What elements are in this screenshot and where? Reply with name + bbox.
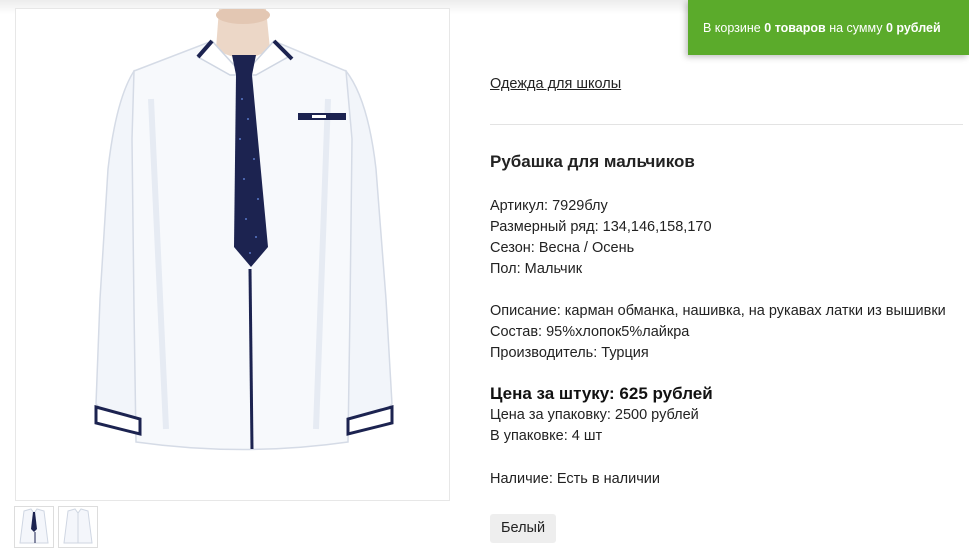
spec-season: Сезон: Весна / Осень — [490, 240, 635, 256]
price-per-unit: Цена за штуку: 625 рублей — [490, 384, 713, 403]
product-details: Описание: карман обманка, нашивка, на ру… — [490, 301, 946, 364]
detail-description: Описание: карман обманка, нашивка, на ру… — [490, 303, 946, 319]
pack-quantity: В упаковке: 4 шт — [490, 428, 603, 444]
product-specs: Артикул: 7929блу Размерный ряд: 134,146,… — [490, 196, 712, 280]
thumbnail-shirt-without-tie[interactable] — [58, 506, 98, 548]
shirt-with-tie-image — [94, 9, 394, 451]
cart-items-count: 0 — [764, 20, 772, 35]
cart-total: 0 рублей — [885, 20, 941, 35]
shirt-with-tie-thumbnail-icon — [19, 508, 49, 544]
thumbnail-shirt-with-tie[interactable] — [14, 506, 54, 548]
product-main-image[interactable] — [15, 8, 450, 501]
category-link[interactable]: Одежда для школы — [490, 76, 621, 92]
spec-size-range: Размерный ряд: 134,146,158,170 — [490, 219, 712, 235]
detail-composition: Состав: 95%хлопок5%лайкра — [490, 324, 690, 340]
cart-status-banner[interactable]: В корзине 0 товаров на сумму 0 рублей — [688, 0, 969, 55]
cart-middle-text: на сумму — [829, 20, 883, 35]
availability-block: Наличие: Есть в наличии — [490, 469, 660, 490]
divider — [490, 124, 963, 125]
pack-price: Цена за упаковку: 2500 рублей — [490, 407, 699, 423]
shirt-without-tie-thumbnail-icon — [63, 508, 93, 544]
cart-prefix: В корзине — [703, 20, 761, 35]
spec-article: Артикул: 7929блу — [490, 198, 608, 214]
detail-manufacturer: Производитель: Турция — [490, 345, 649, 361]
cart-items-word: товаров — [774, 20, 826, 35]
spec-gender: Пол: Мальчик — [490, 261, 583, 277]
product-title: Рубашка для мальчиков — [490, 152, 695, 171]
color-option-white[interactable]: Белый — [490, 514, 557, 543]
availability-status: Наличие: Есть в наличии — [490, 471, 660, 487]
pack-info: Цена за упаковку: 2500 рублей В упаковке… — [490, 405, 699, 447]
